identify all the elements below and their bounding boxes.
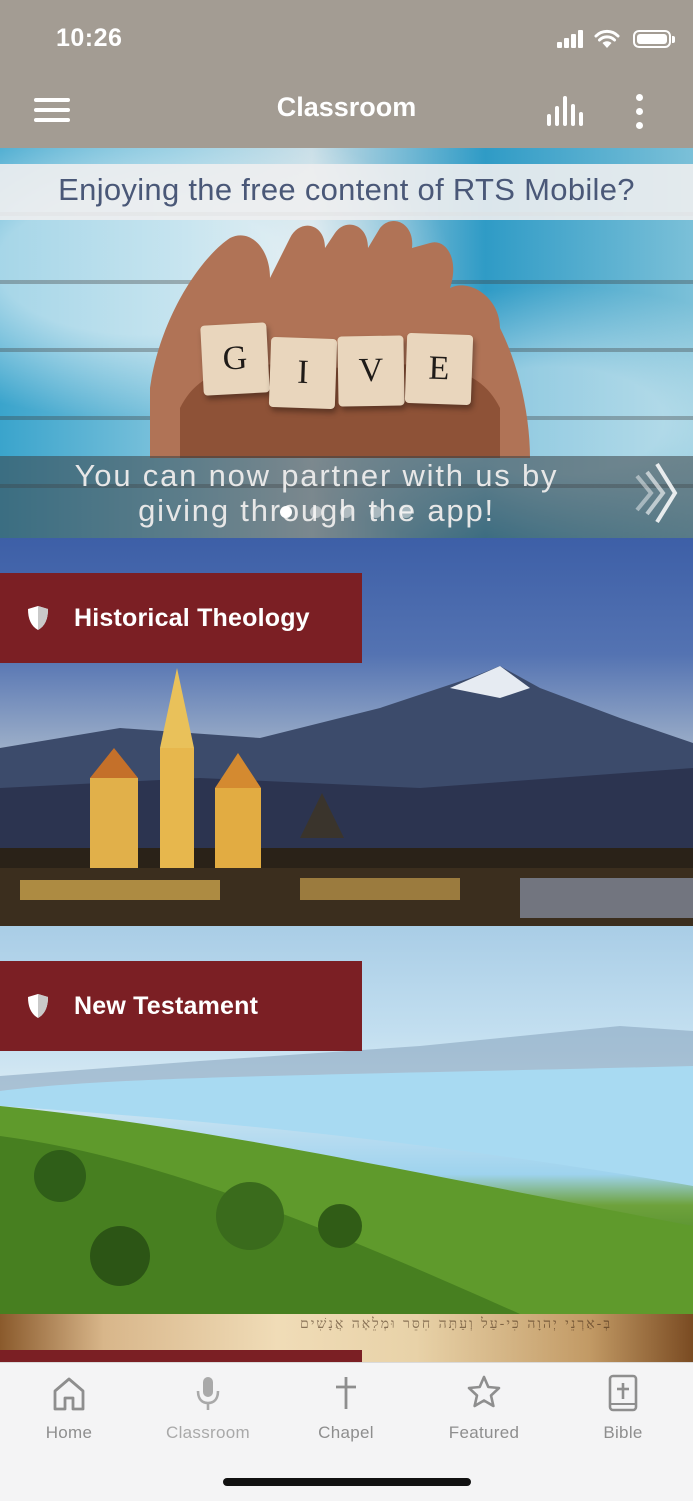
banner-heading: Enjoying the free content of RTS Mobile? bbox=[58, 172, 635, 207]
home-icon bbox=[53, 1377, 85, 1411]
category-title: Historical Theology bbox=[74, 603, 310, 632]
carousel-dot[interactable] bbox=[280, 506, 292, 518]
tab-label: Featured bbox=[448, 1423, 520, 1442]
page-title: Classroom bbox=[276, 92, 417, 122]
top-bar: 10:26 Classroom bbox=[0, 0, 693, 148]
more-options-button[interactable] bbox=[628, 92, 652, 132]
hamburger-menu-icon bbox=[34, 98, 70, 102]
carousel-dot[interactable] bbox=[370, 506, 382, 518]
category-title: New Testament bbox=[74, 991, 259, 1020]
home-indicator[interactable] bbox=[223, 1478, 471, 1486]
status-icons bbox=[521, 26, 675, 52]
chevron-right-icon[interactable] bbox=[633, 458, 679, 528]
tab-bible[interactable]: Bible bbox=[554, 1373, 692, 1449]
menu-button[interactable] bbox=[32, 94, 72, 126]
shield-icon bbox=[28, 606, 48, 630]
banner-subtitle-line: You can now partner with us by bbox=[74, 458, 559, 493]
tab-label: Home bbox=[45, 1423, 93, 1442]
give-tile: V bbox=[337, 335, 405, 407]
tab-featured[interactable]: Featured bbox=[415, 1373, 553, 1449]
carousel-dots bbox=[280, 506, 430, 520]
category-card-historical-theology[interactable]: Historical Theology bbox=[0, 538, 693, 926]
shield-icon bbox=[28, 994, 48, 1018]
category-card-new-testament[interactable]: New Testament bbox=[0, 926, 693, 1314]
give-tile: G bbox=[200, 322, 270, 396]
carousel-dot[interactable] bbox=[340, 506, 352, 518]
status-time: 10:26 bbox=[56, 24, 123, 52]
tab-label: Chapel bbox=[318, 1423, 374, 1442]
tab-label: Bible bbox=[603, 1423, 643, 1442]
cross-icon bbox=[336, 1377, 356, 1409]
tab-classroom[interactable]: Classroom bbox=[139, 1373, 277, 1449]
battery-icon bbox=[633, 30, 675, 48]
bible-icon bbox=[608, 1374, 638, 1412]
give-tile: I bbox=[268, 336, 338, 410]
give-banner[interactable]: Enjoying the free content of RTS Mobile?… bbox=[0, 148, 693, 538]
category-label: New Testament bbox=[0, 961, 362, 1051]
carousel-dot[interactable] bbox=[310, 506, 322, 518]
scroll-preview-text: בְּ-אַרְנֵי יְהוָה כִּי-עַל וְעַתָּה חִס… bbox=[300, 1316, 613, 1332]
tab-home[interactable]: Home bbox=[0, 1373, 138, 1449]
cellular-signal-icon bbox=[557, 26, 587, 52]
tab-label: Classroom bbox=[166, 1423, 250, 1442]
microphone-icon bbox=[196, 1377, 220, 1410]
audio-player-button[interactable] bbox=[543, 94, 589, 130]
give-tile: E bbox=[404, 332, 474, 406]
star-icon bbox=[467, 1375, 501, 1408]
carousel-dot[interactable] bbox=[400, 506, 412, 518]
category-label: Historical Theology bbox=[0, 573, 362, 663]
tab-chapel[interactable]: Chapel bbox=[277, 1373, 415, 1449]
wifi-icon bbox=[594, 29, 620, 48]
